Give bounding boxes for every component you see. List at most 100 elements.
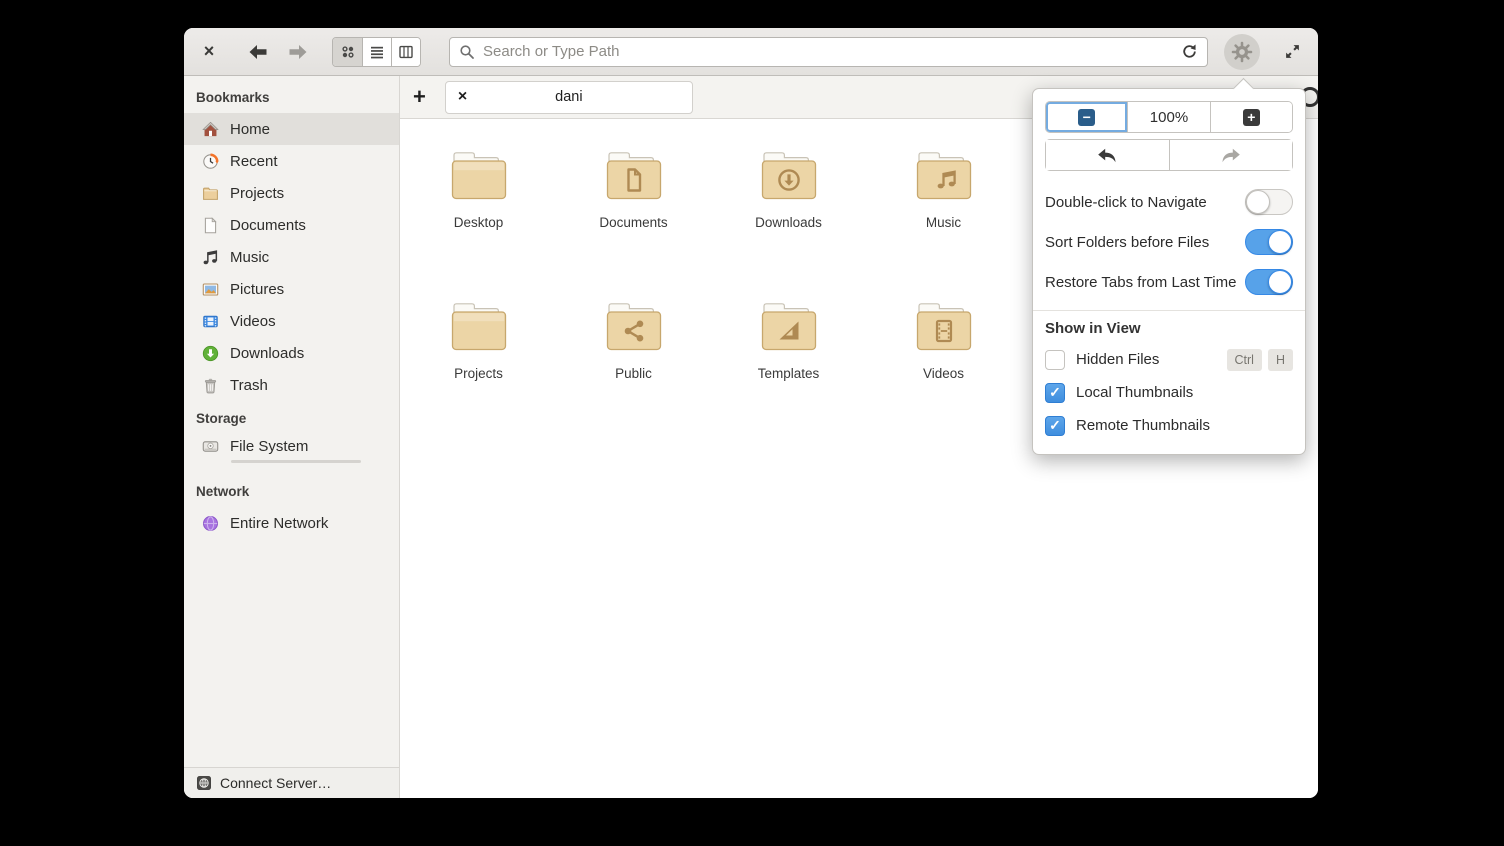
home-icon bbox=[202, 121, 219, 138]
file-name: Downloads bbox=[755, 215, 822, 230]
folder-documents-icon bbox=[601, 148, 667, 202]
sidebar-item-projects[interactable]: Projects bbox=[184, 177, 399, 209]
tab-title: dani bbox=[446, 89, 692, 105]
sidebar-item-documents[interactable]: Documents bbox=[184, 209, 399, 241]
column-view-icon bbox=[398, 44, 414, 60]
back-button[interactable] bbox=[246, 41, 270, 63]
sidebar-item-file-system[interactable]: File System bbox=[184, 434, 399, 474]
sidebar-item-entire-network[interactable]: Entire Network bbox=[184, 507, 399, 539]
connect-server-icon bbox=[196, 775, 212, 791]
film-icon bbox=[202, 313, 219, 330]
file-name: Desktop bbox=[454, 215, 504, 230]
tab-close-button[interactable]: × bbox=[458, 88, 467, 106]
undo-icon bbox=[1097, 148, 1117, 163]
check-icon: ✓ bbox=[1049, 417, 1061, 434]
file-item-documents[interactable]: Documents bbox=[556, 148, 711, 230]
sidebar-item-music[interactable]: Music bbox=[184, 241, 399, 273]
toolbar: × bbox=[184, 28, 1318, 76]
sidebar-item-pictures[interactable]: Pictures bbox=[184, 273, 399, 305]
remote-thumbnails-checkbox[interactable]: ✓ bbox=[1045, 416, 1065, 436]
sidebar-item-label: Home bbox=[230, 121, 270, 138]
file-item-desktop[interactable]: Desktop bbox=[401, 148, 556, 230]
sidebar-item-downloads[interactable]: Downloads bbox=[184, 337, 399, 369]
sidebar-item-label: File System bbox=[230, 438, 308, 455]
zoom-out-button[interactable]: − bbox=[1046, 102, 1127, 132]
network-globe-icon bbox=[202, 515, 219, 532]
sidebar-item-trash[interactable]: Trash bbox=[184, 369, 399, 401]
sidebar-item-videos[interactable]: Videos bbox=[184, 305, 399, 337]
download-icon bbox=[202, 345, 219, 362]
zoom-level: 100% bbox=[1127, 102, 1209, 132]
search-icon bbox=[459, 44, 475, 60]
folder-music-icon bbox=[911, 148, 977, 202]
sidebar-item-recent[interactable]: Recent bbox=[184, 145, 399, 177]
folder-downloads-icon bbox=[756, 148, 822, 202]
harddisk-icon bbox=[202, 438, 219, 455]
fullscreen-button[interactable] bbox=[1280, 40, 1304, 64]
key-h: H bbox=[1268, 349, 1293, 371]
toggle-label: Sort Folders before Files bbox=[1045, 234, 1209, 251]
sidebar-item-label: Documents bbox=[230, 217, 306, 234]
file-item-music[interactable]: Music bbox=[866, 148, 1021, 230]
sidebar-item-label: Projects bbox=[230, 185, 284, 202]
connect-server-button[interactable]: Connect Server… bbox=[184, 767, 399, 798]
connect-server-label: Connect Server… bbox=[220, 775, 331, 791]
list-view-button[interactable] bbox=[362, 38, 391, 66]
file-item-videos[interactable]: Videos bbox=[866, 299, 1021, 381]
local-thumbnails-checkbox[interactable]: ✓ bbox=[1045, 383, 1065, 403]
double-click-toggle[interactable] bbox=[1245, 189, 1293, 215]
zoom-control: − 100% + bbox=[1045, 101, 1293, 133]
folder-videos-icon bbox=[911, 299, 977, 353]
refresh-icon[interactable] bbox=[1181, 43, 1198, 60]
minus-icon: − bbox=[1078, 109, 1095, 126]
key-ctrl: Ctrl bbox=[1227, 349, 1262, 371]
window-close-button[interactable]: × bbox=[198, 41, 220, 63]
column-view-button[interactable] bbox=[391, 38, 420, 66]
sidebar-section-bookmarks: Bookmarks bbox=[184, 80, 399, 113]
toggle-knob bbox=[1268, 230, 1292, 254]
popover-separator bbox=[1033, 310, 1305, 311]
file-item-downloads[interactable]: Downloads bbox=[711, 148, 866, 230]
sidebar-item-label: Music bbox=[230, 249, 269, 266]
toggle-label: Restore Tabs from Last Time bbox=[1045, 274, 1236, 291]
zoom-in-button[interactable]: + bbox=[1210, 102, 1292, 132]
file-item-projects[interactable]: Projects bbox=[401, 299, 556, 381]
folder-templates-icon bbox=[756, 299, 822, 353]
forward-arrow-icon bbox=[288, 44, 308, 60]
sidebar-item-home[interactable]: Home bbox=[184, 113, 399, 145]
file-item-public[interactable]: Public bbox=[556, 299, 711, 381]
search-input[interactable] bbox=[483, 43, 1173, 60]
toggle-knob bbox=[1246, 190, 1270, 214]
file-item-templates[interactable]: Templates bbox=[711, 299, 866, 381]
forward-button[interactable] bbox=[286, 41, 310, 63]
search-field[interactable] bbox=[449, 37, 1208, 67]
folder-icon bbox=[202, 185, 219, 202]
grid-view-button[interactable] bbox=[333, 38, 362, 66]
recent-icon bbox=[202, 153, 219, 170]
new-tab-button[interactable]: + bbox=[413, 86, 426, 108]
picture-icon bbox=[202, 281, 219, 298]
sort-folders-toggle[interactable] bbox=[1245, 229, 1293, 255]
trash-icon bbox=[202, 377, 219, 394]
sidebar-item-label: Recent bbox=[230, 153, 278, 170]
show-in-view-title: Show in View bbox=[1045, 320, 1293, 337]
folder-share-icon bbox=[601, 299, 667, 353]
restore-tabs-toggle[interactable] bbox=[1245, 269, 1293, 295]
checkbox-label: Local Thumbnails bbox=[1076, 384, 1193, 401]
file-name: Templates bbox=[758, 366, 820, 381]
sidebar: Bookmarks Home Recent Projects Documents… bbox=[184, 76, 400, 798]
checkbox-label: Hidden Files bbox=[1076, 351, 1159, 368]
hidden-files-checkbox[interactable] bbox=[1045, 350, 1065, 370]
shortcut-keys: Ctrl H bbox=[1227, 349, 1293, 371]
toggle-label: Double-click to Navigate bbox=[1045, 194, 1207, 211]
disk-usage-bar bbox=[231, 460, 361, 463]
music-note-icon bbox=[202, 249, 219, 266]
settings-button[interactable] bbox=[1224, 34, 1260, 70]
tab-dani[interactable]: × dani bbox=[445, 81, 693, 114]
folder-icon bbox=[446, 148, 512, 202]
sidebar-item-label: Downloads bbox=[230, 345, 304, 362]
redo-button[interactable] bbox=[1169, 140, 1293, 170]
undo-button[interactable] bbox=[1046, 140, 1169, 170]
file-name: Music bbox=[926, 215, 961, 230]
redo-icon bbox=[1221, 148, 1241, 163]
